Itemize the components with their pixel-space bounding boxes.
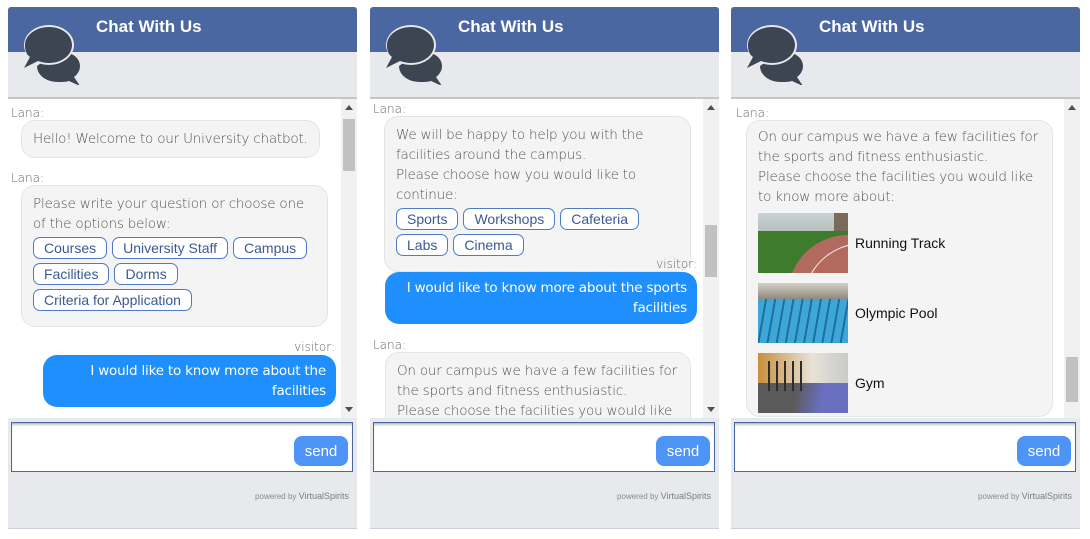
chat-widget-3: Chat With Us Lana: On our campus we have… xyxy=(731,7,1080,529)
powered-by-brand-link[interactable]: VirtualSpirits xyxy=(661,491,711,501)
sender-label: Lana: xyxy=(736,106,770,120)
sender-label: visitor: xyxy=(294,340,335,354)
chat-title: Chat With Us xyxy=(458,17,564,36)
message-text: Please choose how you would like to cont… xyxy=(396,167,636,203)
bot-message: We will be happy to help you with the fa… xyxy=(384,116,691,272)
bot-message: Please write your question or choose one… xyxy=(21,185,328,327)
powered-by: powered by VirtualSpirits xyxy=(255,491,349,501)
scroll-up-arrow-icon[interactable] xyxy=(707,105,715,110)
option-workshops[interactable]: Workshops xyxy=(463,208,556,230)
powered-by: powered by VirtualSpirits xyxy=(978,491,1072,501)
message-text: On our campus we have a few facilities f… xyxy=(397,363,677,399)
message-text: I would like to know more about the spor… xyxy=(406,280,687,316)
message-text: I would like to know more about the faci… xyxy=(90,363,326,399)
message-text: Please choose the facilities you would l… xyxy=(758,169,1034,205)
chat-widget-2: Chat With Us Lana: We will be happy to h… xyxy=(370,7,719,529)
bot-message: Hello! Welcome to our University chatbot… xyxy=(21,120,320,158)
scroll-down-arrow-icon[interactable] xyxy=(345,407,353,412)
facility-label[interactable]: Olympic Pool xyxy=(855,303,937,323)
message-text: Hello! Welcome to our University chatbot… xyxy=(33,131,308,147)
message-list[interactable]: Lana: Hello! Welcome to our University c… xyxy=(8,97,357,418)
sender-label: Lana: xyxy=(11,106,45,120)
message-text: On our campus we have a few facilities f… xyxy=(758,129,1038,165)
gym-photo[interactable] xyxy=(758,353,848,413)
bot-message: On our campus we have a few facilities f… xyxy=(385,352,691,418)
chat-title: Chat With Us xyxy=(819,17,925,36)
message-list[interactable]: Lana: We will be happy to help you with … xyxy=(370,97,719,418)
message-input[interactable]: send xyxy=(373,422,715,472)
message-text: We will be happy to help you with the fa… xyxy=(396,127,644,163)
option-labs[interactable]: Labs xyxy=(396,234,449,256)
option-criteria[interactable]: Criteria for Application xyxy=(33,289,192,311)
chat-bubbles-icon xyxy=(745,21,809,85)
facility-label[interactable]: Running Track xyxy=(855,233,945,253)
option-facilities[interactable]: Facilities xyxy=(33,263,110,285)
sender-label: Lana: xyxy=(373,102,407,116)
message-input[interactable]: send xyxy=(11,422,353,472)
message-text: Please write your question or choose one… xyxy=(33,196,304,232)
powered-by: powered by VirtualSpirits xyxy=(617,491,711,501)
option-courses[interactable]: Courses xyxy=(33,237,108,259)
scroll-up-arrow-icon[interactable] xyxy=(345,105,353,110)
option-sports[interactable]: Sports xyxy=(396,208,459,230)
scroll-thumb[interactable] xyxy=(1066,357,1078,402)
quick-replies: Courses University Staff Campus Faciliti… xyxy=(33,236,316,314)
running-track-photo[interactable] xyxy=(758,213,848,273)
scroll-thumb[interactable] xyxy=(343,119,355,171)
message-list[interactable]: Lana: On our campus we have a few facili… xyxy=(731,97,1080,418)
scroll-thumb[interactable] xyxy=(705,225,717,277)
powered-by-text: powered by xyxy=(978,492,1020,501)
olympic-pool-photo[interactable] xyxy=(758,283,848,343)
sender-label: Lana: xyxy=(11,171,45,185)
visitor-message: I would like to know more about the spor… xyxy=(385,272,697,324)
scroll-up-arrow-icon[interactable] xyxy=(1068,105,1076,110)
option-university-staff[interactable]: University Staff xyxy=(112,237,229,259)
chat-bubbles-icon xyxy=(384,21,448,85)
facility-label[interactable]: Gym xyxy=(855,373,885,393)
powered-by-brand-link[interactable]: VirtualSpirits xyxy=(1022,491,1072,501)
scroll-down-arrow-icon[interactable] xyxy=(707,407,715,412)
option-cafeteria[interactable]: Cafeteria xyxy=(560,208,640,230)
message-text: Please choose the facilities you would l… xyxy=(397,403,673,418)
send-button[interactable]: send xyxy=(1017,436,1071,466)
quick-replies: Sports Workshops Cafeteria Labs Cinema xyxy=(396,207,679,259)
send-button[interactable]: send xyxy=(294,436,348,466)
scrollbar[interactable] xyxy=(703,99,719,418)
scrollbar[interactable] xyxy=(341,99,357,418)
visitor-message: I would like to know more about the faci… xyxy=(43,355,336,407)
sender-label: visitor: xyxy=(656,257,697,271)
option-campus[interactable]: Campus xyxy=(233,237,308,259)
powered-by-text: powered by xyxy=(617,492,659,501)
send-button[interactable]: send xyxy=(656,436,710,466)
powered-by-brand-link[interactable]: VirtualSpirits xyxy=(299,491,349,501)
option-dorms[interactable]: Dorms xyxy=(114,263,178,285)
facility-option-olympic-pool[interactable]: Olympic Pool xyxy=(758,279,1041,347)
scrollbar[interactable] xyxy=(1064,99,1080,418)
option-cinema[interactable]: Cinema xyxy=(453,234,524,256)
bot-message: On our campus we have a few facilities f… xyxy=(746,120,1053,417)
sender-label: Lana: xyxy=(373,338,407,352)
facility-option-running-track[interactable]: Running Track xyxy=(758,209,1041,277)
powered-by-text: powered by xyxy=(255,492,297,501)
chat-bubbles-icon xyxy=(22,21,86,85)
facility-option-gym[interactable]: Gym xyxy=(758,349,1041,417)
chat-title: Chat With Us xyxy=(96,17,202,36)
message-input[interactable]: send xyxy=(734,422,1076,472)
chat-widget-1: Chat With Us Lana: Hello! Welcome to our… xyxy=(8,7,357,529)
